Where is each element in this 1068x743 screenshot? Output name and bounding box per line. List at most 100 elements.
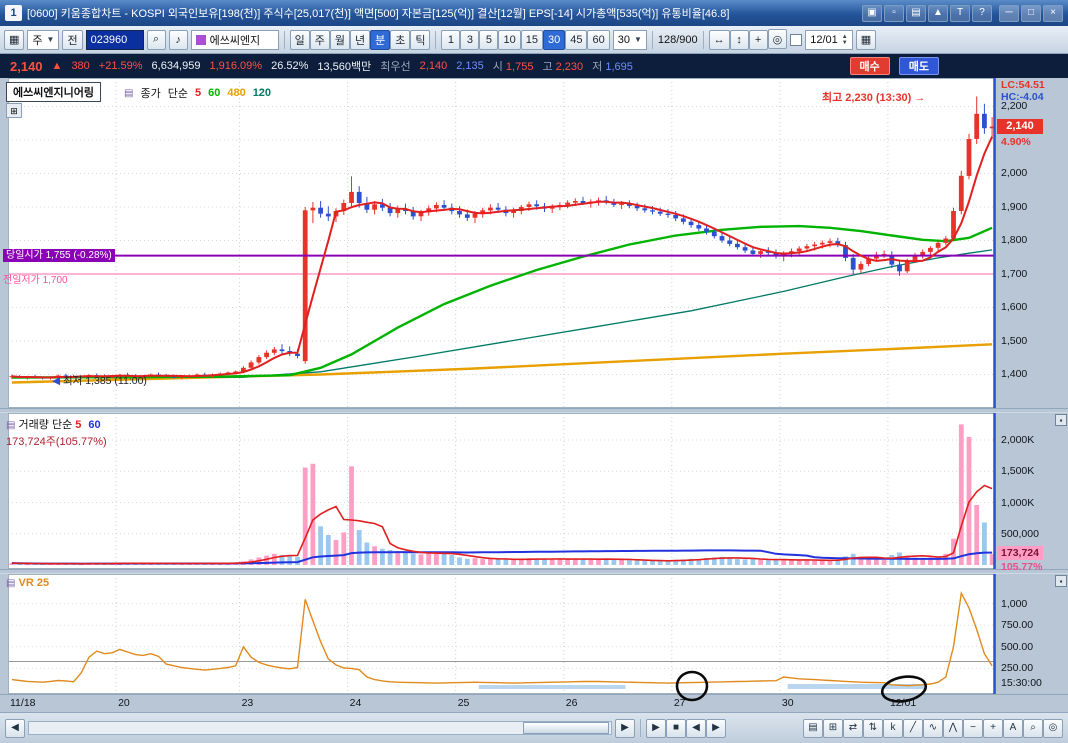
- chart-settings-icon[interactable]: ◎: [767, 29, 788, 50]
- x-axis-label: 12/01: [889, 697, 917, 709]
- zoom-out-icon[interactable]: −: [963, 718, 983, 738]
- auto-scroll-stop-icon[interactable]: ■: [666, 718, 686, 738]
- period-button-tick[interactable]: 틱: [410, 29, 431, 50]
- help-icon[interactable]: ?: [972, 4, 992, 22]
- vr-axis: 1,000 750.00 500.00 250.00 15:30:00: [996, 574, 1068, 694]
- wave-tool-icon[interactable]: ∿: [923, 718, 943, 738]
- scroll-right-icon[interactable]: ▶: [615, 718, 635, 738]
- vr-legend: ▤ VR 25: [6, 577, 49, 589]
- current-price-tag: 2,140: [997, 118, 1043, 134]
- expand-bars-icon[interactable]: ↕: [729, 29, 749, 50]
- interval-button-45[interactable]: 45: [565, 29, 588, 50]
- add-pane-icon[interactable]: ⊞: [823, 718, 843, 738]
- period-dropdown[interactable]: 주 ▼: [27, 29, 60, 50]
- trendline-tool-icon[interactable]: k: [883, 718, 903, 738]
- calendar-icon[interactable]: ▦: [855, 29, 877, 50]
- title-bar: 1 [0600] 키움종합차트 - KOSPI 외국인보유[198(천)] 주식…: [0, 0, 1068, 26]
- text-tool-icon[interactable]: A: [1003, 718, 1023, 738]
- open-group: 시 1,755: [492, 61, 534, 73]
- x-axis-label: 20: [118, 697, 130, 709]
- pane-layout-icon[interactable]: ▤: [803, 718, 823, 738]
- volume-legend-ma-values: 5 60: [75, 419, 107, 431]
- interval-button-15[interactable]: 15: [520, 29, 543, 50]
- interval-button-10[interactable]: 10: [498, 29, 521, 50]
- current-change-percent: 4.90%: [1001, 135, 1031, 148]
- interval-button-5[interactable]: 5: [479, 29, 499, 50]
- vertical-expand-icon[interactable]: ⇅: [863, 718, 883, 738]
- x-axis-label: 30: [781, 697, 794, 709]
- axis-tick: 250.00: [1001, 662, 1034, 675]
- period-button-year[interactable]: 년: [349, 29, 371, 50]
- interval-dropdown-value: 30: [617, 33, 630, 46]
- bottom-settings-icon[interactable]: ◎: [1043, 718, 1063, 738]
- period-button-month[interactable]: 월: [329, 29, 350, 50]
- low-price: 1,695: [605, 61, 633, 73]
- sound-icon[interactable]: ♪: [168, 29, 188, 50]
- auto-date-checkbox[interactable]: [790, 33, 803, 46]
- volume-plot[interactable]: [8, 413, 996, 569]
- pattern-tool-icon[interactable]: ⋀: [943, 718, 963, 738]
- change-percent: +21.59%: [98, 60, 143, 72]
- stock-name-field[interactable]: 에쓰씨엔지: [190, 29, 279, 50]
- window-title: [0600] 키움종합차트 - KOSPI 외국인보유[198(천)] 주식수[…: [27, 8, 730, 20]
- period-button-week[interactable]: 주: [309, 29, 330, 50]
- sell-button[interactable]: 매도: [898, 57, 939, 75]
- toolbar-icon-group: ↔ ↕ + ◎: [708, 29, 788, 50]
- interval-button-1[interactable]: 1: [441, 29, 461, 50]
- axis-tick: 1,900: [1001, 200, 1028, 213]
- chart-type-icon[interactable]: ▦: [4, 29, 25, 50]
- always-on-top-icon[interactable]: ▲: [928, 4, 948, 22]
- indicator-icon: ▤: [124, 87, 134, 99]
- pin-window-icon[interactable]: ▣: [862, 4, 882, 22]
- prev-stock-button[interactable]: 전: [62, 29, 83, 50]
- new-window-icon[interactable]: ▫: [884, 4, 904, 22]
- volume-today: 6,634,959: [151, 60, 201, 72]
- legend-ma-5: 5: [194, 87, 202, 99]
- grid-icon[interactable]: ⊞: [6, 103, 22, 118]
- legend-ma-120: 120: [252, 87, 272, 99]
- draw-tool-icon[interactable]: ╱: [903, 718, 923, 738]
- step-forward-icon[interactable]: ▶: [706, 718, 726, 738]
- volume-legend: ▤ 거래량 단순 5 60 173,724주(105.77%): [6, 416, 108, 449]
- interval-dropdown[interactable]: 30 ▼: [612, 29, 647, 50]
- step-back-icon[interactable]: ◀: [686, 718, 706, 738]
- app-icon: 1: [5, 5, 22, 21]
- x-axis-label: 26: [565, 697, 578, 709]
- scroll-left-icon[interactable]: ◀: [5, 718, 25, 738]
- current-volume-tag: 173,724: [997, 546, 1043, 561]
- stock-code-input[interactable]: [85, 29, 144, 50]
- search-chart-icon[interactable]: ⌕: [1023, 718, 1043, 738]
- low-annotation: ◀ 최저 1,385 (11:00): [52, 374, 147, 387]
- compress-bars-icon[interactable]: ↔: [708, 29, 730, 50]
- legend-ma-480: 480: [227, 87, 246, 99]
- font-size-icon[interactable]: T: [950, 4, 970, 22]
- axis-tick: 1,000: [1001, 597, 1028, 610]
- close-button[interactable]: ×: [1043, 4, 1063, 22]
- price-plot[interactable]: [8, 78, 996, 408]
- best-ask: 2,140: [419, 60, 448, 72]
- minimize-button[interactable]: ─: [999, 4, 1019, 22]
- auto-scroll-play-icon[interactable]: ▶: [646, 718, 666, 738]
- scrollbar-thumb[interactable]: [523, 722, 609, 734]
- crosshair-icon[interactable]: +: [748, 29, 768, 50]
- maximize-button[interactable]: □: [1021, 4, 1041, 22]
- period-button-day[interactable]: 일: [289, 29, 310, 50]
- period-button-second[interactable]: 초: [390, 29, 411, 50]
- period-button-minute[interactable]: 분: [370, 29, 391, 50]
- zoom-in-icon[interactable]: +: [983, 718, 1003, 738]
- date-spinner[interactable]: ▲ ▼: [842, 34, 848, 46]
- date-field[interactable]: 12/01 ▲ ▼: [805, 29, 853, 50]
- layout-icon[interactable]: ▤: [906, 4, 926, 22]
- chart-scrollbar[interactable]: [28, 721, 612, 735]
- interval-button-30[interactable]: 30: [542, 29, 566, 50]
- interval-button-60[interactable]: 60: [587, 29, 610, 50]
- search-icon[interactable]: ⌕: [146, 29, 166, 50]
- interval-button-3[interactable]: 3: [460, 29, 480, 50]
- axis-tick: 1,000K: [1001, 496, 1035, 509]
- axis-tick: 2,000: [1001, 167, 1028, 180]
- horizontal-expand-icon[interactable]: ⇄: [843, 718, 863, 738]
- volume-axis: 2,000K 1,500K 1,000K 500,000 173,724 105.77%: [996, 413, 1068, 573]
- vr-plot[interactable]: [8, 574, 996, 694]
- volume-legend-title: 거래량: [18, 419, 49, 431]
- buy-button[interactable]: 매수: [849, 57, 890, 75]
